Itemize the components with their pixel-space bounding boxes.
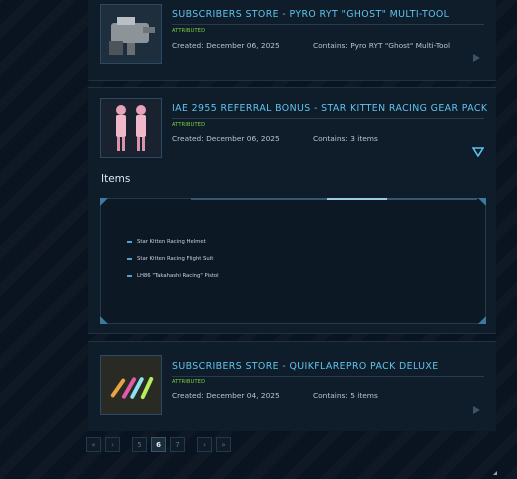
entry-title: SUBSCRIBERS STORE - QUIKFLAREPRO PACK DE…	[172, 361, 439, 372]
pledge-entry[interactable]: SUBSCRIBERS STORE - QUIKFLAREPRO PACK DE…	[88, 341, 496, 431]
collapse-arrow-icon[interactable]	[472, 147, 484, 157]
list-item: LH86 "Takahashi Racing" Pistol	[127, 273, 219, 279]
multi-tool-image	[101, 5, 161, 63]
pledge-entry[interactable]: SUBSCRIBERS STORE - PYRO RYT "GHOST" MUL…	[88, 0, 496, 81]
racing-gear-image	[101, 99, 161, 157]
contains-text: Contains: 5 items	[313, 391, 378, 400]
first-page-button[interactable]: «	[86, 437, 101, 452]
pledge-entry-expanded[interactable]: IAE 2955 REFERRAL BONUS - STAR KITTEN RA…	[88, 87, 496, 334]
quikflare-image	[101, 356, 161, 414]
attributed-badge: ATTRIBUTED	[172, 379, 206, 385]
page-5-button[interactable]: 5	[132, 437, 147, 452]
entry-title: IAE 2955 REFERRAL BONUS - STAR KITTEN RA…	[172, 103, 488, 114]
item-thumbnail	[100, 98, 162, 158]
item-label: Star Kitten Racing Helmet	[137, 239, 206, 245]
attributed-badge: ATTRIBUTED	[172, 122, 206, 128]
item-thumbnail	[100, 355, 162, 415]
corner-tr	[478, 198, 486, 206]
attributed-badge: ATTRIBUTED	[172, 28, 206, 34]
list-item: Star Kitten Racing Flight Suit	[127, 256, 213, 262]
box-highlight	[327, 198, 387, 200]
next-page-button[interactable]: ›	[197, 437, 212, 452]
last-page-button[interactable]: »	[216, 437, 231, 452]
page-7-button[interactable]: 7	[170, 437, 185, 452]
bullet-icon	[127, 240, 132, 243]
list-item: Star Kitten Racing Helmet	[127, 239, 206, 245]
contains-text: Contains: 3 items	[313, 134, 378, 143]
item-label: LH86 "Takahashi Racing" Pistol	[137, 273, 219, 279]
prev-page-button[interactable]: ‹	[105, 437, 120, 452]
item-label: Star Kitten Racing Flight Suit	[137, 256, 214, 262]
bullet-icon	[127, 274, 132, 277]
items-list-box: Star Kitten Racing Helmet Star Kitten Ra…	[100, 198, 486, 324]
expand-arrow-icon[interactable]	[473, 406, 480, 414]
divider	[172, 24, 484, 25]
resize-handle-icon[interactable]	[493, 471, 497, 475]
items-heading: Items	[101, 173, 131, 185]
divider	[172, 118, 484, 119]
contains-text: Contains: Pyro RYT "Ghost" Multi-Tool	[313, 41, 451, 50]
expand-arrow-icon[interactable]	[473, 54, 480, 62]
corner-br	[478, 316, 486, 324]
created-date: Created: December 04, 2025	[172, 391, 280, 400]
item-thumbnail	[100, 4, 162, 64]
page-6-button[interactable]: 6	[151, 437, 166, 452]
created-date: Created: December 06, 2025	[172, 41, 280, 50]
corner-tl	[100, 198, 108, 206]
divider	[172, 376, 484, 377]
entry-title: SUBSCRIBERS STORE - PYRO RYT "GHOST" MUL…	[172, 9, 450, 20]
corner-bl	[100, 316, 108, 324]
bullet-icon	[127, 257, 132, 260]
created-date: Created: December 06, 2025	[172, 134, 280, 143]
